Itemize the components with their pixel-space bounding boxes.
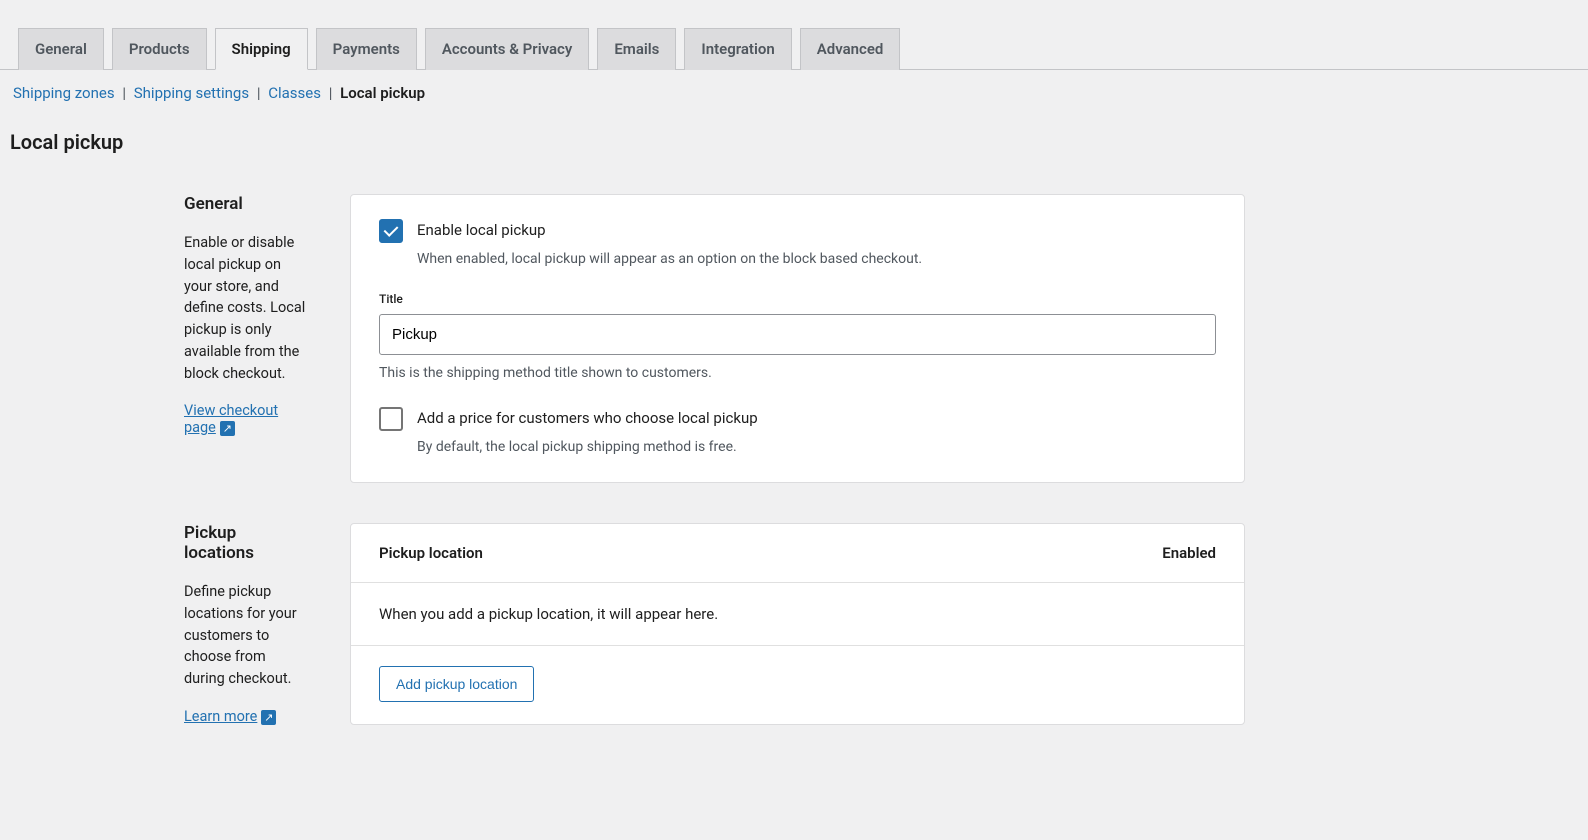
external-link-icon: ↗	[261, 710, 276, 725]
add-price-checkbox[interactable]	[379, 407, 403, 431]
locations-empty-state: When you add a pickup location, it will …	[351, 583, 1244, 646]
subnav-shipping-zones[interactable]: Shipping zones	[13, 84, 115, 102]
view-checkout-link[interactable]: View checkout page↗	[184, 402, 278, 436]
tab-general[interactable]: General	[18, 28, 104, 70]
tab-payments[interactable]: Payments	[316, 28, 417, 70]
locations-table-footer: Add pickup location	[351, 646, 1244, 722]
col-pickup-location: Pickup location	[379, 544, 483, 562]
enable-local-pickup-label: Enable local pickup	[417, 219, 546, 239]
subnav-shipping-settings[interactable]: Shipping settings	[134, 84, 249, 102]
tab-integration[interactable]: Integration	[684, 28, 791, 70]
locations-description: Define pickup locations for your custome…	[184, 581, 310, 690]
title-input[interactable]	[379, 314, 1216, 355]
general-heading: General	[184, 194, 310, 214]
enable-local-pickup-checkbox[interactable]	[379, 219, 403, 243]
title-help-text: This is the shipping method title shown …	[379, 365, 1216, 381]
page-title: Local pickup	[0, 112, 1588, 174]
learn-more-link[interactable]: Learn more↗	[184, 708, 276, 725]
general-panel: Enable local pickup When enabled, local …	[350, 194, 1245, 483]
locations-table-header: Pickup location Enabled	[351, 524, 1244, 583]
separator: |	[257, 84, 261, 102]
locations-heading: Pickup locations	[184, 523, 310, 563]
title-field-label: Title	[379, 292, 1216, 306]
separator: |	[122, 84, 126, 102]
tab-emails[interactable]: Emails	[597, 28, 676, 70]
add-pickup-location-button[interactable]: Add pickup location	[379, 666, 534, 702]
tab-accounts-privacy[interactable]: Accounts & Privacy	[425, 28, 590, 70]
locations-section: Pickup locations Define pickup locations…	[10, 523, 1578, 725]
tab-shipping[interactable]: Shipping	[215, 28, 308, 70]
price-help-text: By default, the local pickup shipping me…	[417, 437, 1216, 458]
general-description: Enable or disable local pickup on your s…	[184, 232, 310, 384]
settings-tabs: General Products Shipping Payments Accou…	[0, 0, 1588, 70]
separator: |	[329, 84, 333, 102]
locations-section-sidebar: Pickup locations Define pickup locations…	[10, 523, 310, 725]
external-link-icon: ↗	[220, 421, 235, 436]
tab-advanced[interactable]: Advanced	[800, 28, 901, 70]
col-enabled: Enabled	[1162, 544, 1216, 562]
add-price-label: Add a price for customers who choose loc…	[417, 407, 758, 427]
enable-help-text: When enabled, local pickup will appear a…	[417, 249, 1216, 270]
shipping-subnav: Shipping zones | Shipping settings | Cla…	[0, 70, 1588, 112]
general-section: General Enable or disable local pickup o…	[10, 194, 1578, 483]
tab-products[interactable]: Products	[112, 28, 207, 70]
general-section-sidebar: General Enable or disable local pickup o…	[10, 194, 310, 483]
subnav-classes[interactable]: Classes	[268, 84, 321, 102]
subnav-local-pickup-current: Local pickup	[340, 84, 425, 102]
locations-panel: Pickup location Enabled When you add a p…	[350, 523, 1245, 725]
